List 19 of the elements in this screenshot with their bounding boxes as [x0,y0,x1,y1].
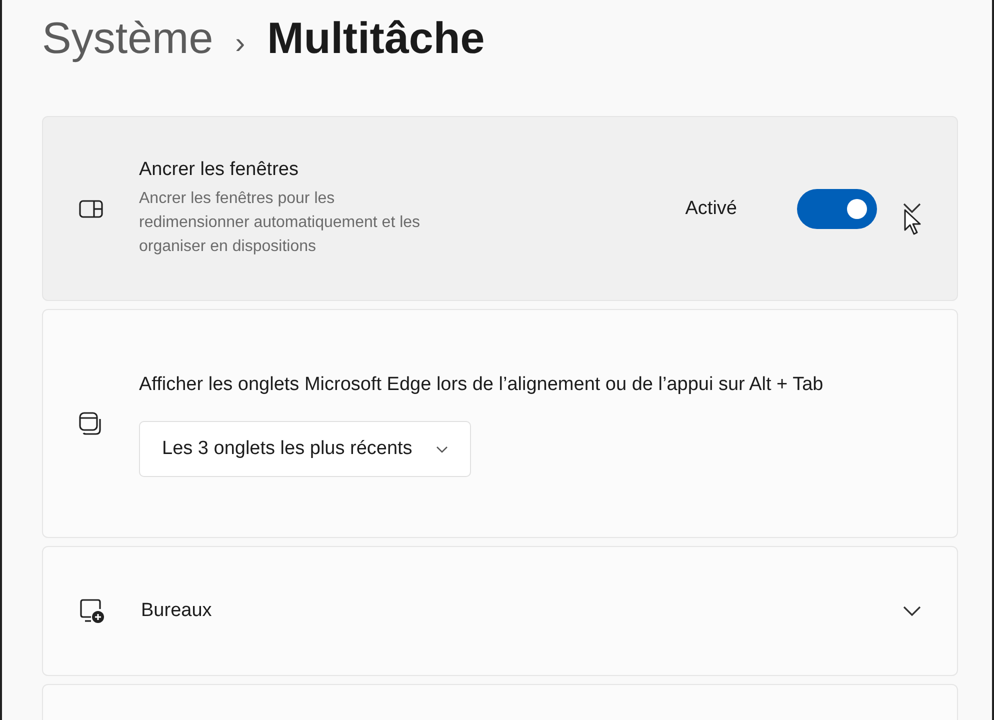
desktop-add-icon [79,598,105,624]
settings-card[interactable]: Bureaux [42,546,958,676]
breadcrumb-separator: › [235,27,246,61]
chevron-down-icon [436,446,448,453]
toggle-switch[interactable] [797,188,877,228]
setting-description: Ancrer les fenêtres pour les redimensionner automatiquement et les organiser en dispositions [139,188,422,256]
setting-title: Ancrer les fenêtres [139,158,300,180]
settings-card[interactable]: Ancrer les fenêtres Ancrer les fenêtres pour les redimensionner automatiquement et les organiser en dispositions Activé [42,116,958,301]
chevron-down-icon[interactable] [903,606,921,616]
toggle-state-label: Activé [685,198,737,220]
page-title: Multitâche [267,14,485,64]
setting-title: Bureaux [141,600,213,622]
dropdown[interactable]: Les 3 onglets les plus récents [139,421,472,478]
mouse-pointer-icon [903,208,923,236]
snap-window-icon [79,200,103,218]
stacked-windows-icon [79,412,103,436]
chevron-down-icon[interactable] [903,202,921,212]
setting-title: Afficher les onglets Microsoft Edge lors de l’alignement ou de l’appui sur Alt + Tab [139,372,824,397]
breadcrumb-parent[interactable]: Système [42,14,214,64]
